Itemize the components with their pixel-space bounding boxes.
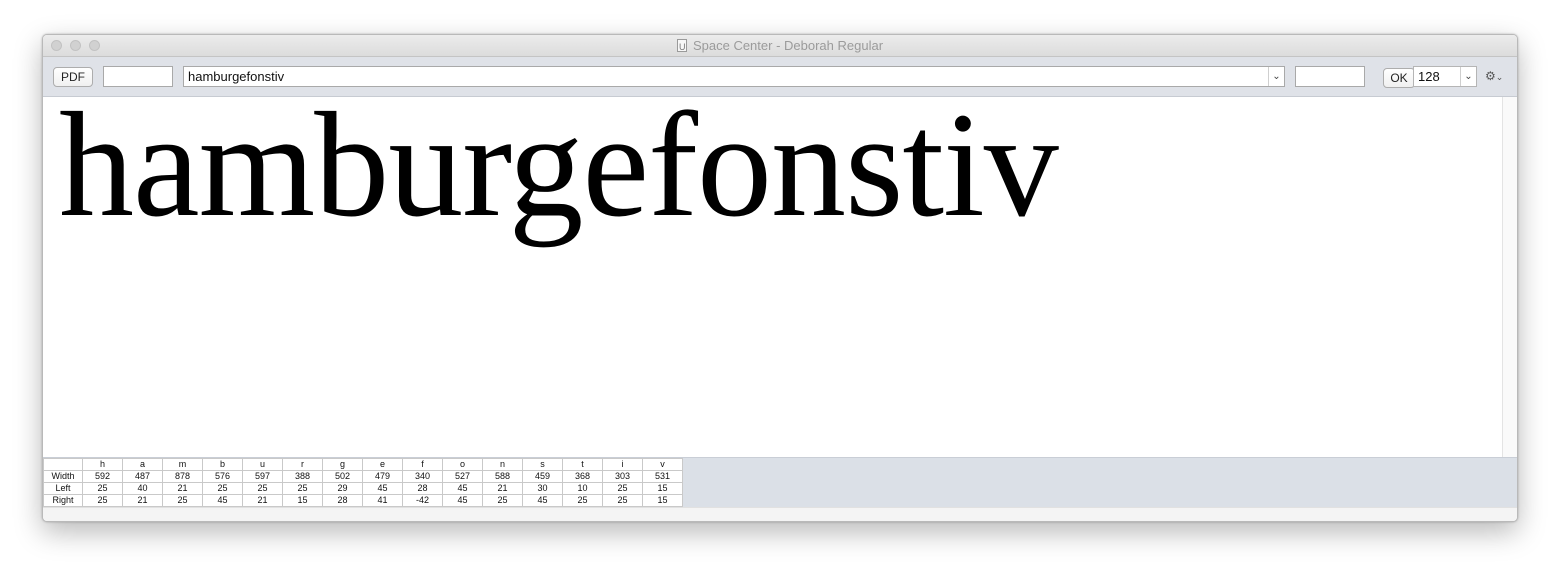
metric-value-cell[interactable]: 45 <box>442 494 483 507</box>
metric-value-cell[interactable]: 40 <box>122 482 163 495</box>
metric-value-cell[interactable]: 368 <box>562 470 603 483</box>
metric-value-cell[interactable]: 45 <box>442 482 483 495</box>
title-bar: Space Center - Deborah Regular <box>43 35 1517 57</box>
metric-value-cell[interactable]: 21 <box>122 494 163 507</box>
metric-value-cell[interactable]: 388 <box>282 470 323 483</box>
metric-value-cell[interactable]: 45 <box>202 494 243 507</box>
metric-value-cell[interactable]: 45 <box>362 482 403 495</box>
metric-value-cell[interactable]: 25 <box>482 494 523 507</box>
metric-value-cell[interactable]: 487 <box>122 470 163 483</box>
table-row: Left 25 40 21 25 25 25 29 45 28 45 21 30 10 25 15 <box>43 482 683 495</box>
metric-value-cell[interactable]: 597 <box>242 470 283 483</box>
metric-value-cell[interactable]: 30 <box>522 482 563 495</box>
metric-value-cell[interactable]: 25 <box>562 494 603 507</box>
metric-value-cell[interactable]: 21 <box>482 482 523 495</box>
glyph-name-cell[interactable]: n <box>482 458 523 471</box>
metric-value-cell[interactable]: 588 <box>482 470 523 483</box>
point-size-combo[interactable]: 128 ⌄ <box>1413 66 1477 87</box>
metric-value-cell[interactable]: 25 <box>602 482 643 495</box>
metric-value-cell[interactable]: 592 <box>82 470 123 483</box>
glyph-name-cell[interactable]: e <box>362 458 403 471</box>
glyph-name-cell[interactable]: h <box>82 458 123 471</box>
chevron-down-icon[interactable]: ⌄ <box>1460 67 1476 86</box>
glyph-preview-area[interactable]: hamburgefonstiv <box>43 82 1502 457</box>
metric-value-cell[interactable]: 479 <box>362 470 403 483</box>
glyph-name-cell[interactable]: i <box>602 458 643 471</box>
preview-text: hamburgefonstiv <box>59 82 1059 248</box>
metric-value-cell[interactable]: 340 <box>402 470 443 483</box>
metric-value-cell[interactable]: 25 <box>82 482 123 495</box>
chevron-down-icon: ⌄ <box>1495 72 1504 82</box>
point-size-value: 128 <box>1418 69 1440 84</box>
glyph-name-cell[interactable]: v <box>642 458 683 471</box>
glyph-name-cell[interactable]: b <box>202 458 243 471</box>
metric-value-cell[interactable]: 25 <box>282 482 323 495</box>
row-label: Left <box>43 482 83 495</box>
space-center-window: Space Center - Deborah Regular PDF hambu… <box>42 34 1518 522</box>
glyph-name-cell[interactable]: a <box>122 458 163 471</box>
glyph-name-cell[interactable]: o <box>442 458 483 471</box>
metric-value-cell[interactable]: 502 <box>322 470 363 483</box>
metrics-panel: h a m b u r g e f o n s t i v Width 592 487 878 576 597 388 50… <box>43 457 1517 507</box>
window-title-area: Space Center - Deborah Regular <box>43 38 1517 55</box>
gear-icon: ⚙ <box>1485 69 1496 83</box>
metric-value-cell[interactable]: 25 <box>202 482 243 495</box>
vertical-scrollbar[interactable] <box>1502 97 1517 457</box>
metric-value-cell[interactable]: 531 <box>642 470 683 483</box>
metric-value-cell[interactable]: 25 <box>82 494 123 507</box>
chevron-down-icon[interactable]: ⌄ <box>1268 67 1284 86</box>
glyph-name-cell[interactable]: t <box>562 458 603 471</box>
metric-value-cell[interactable]: 15 <box>642 494 683 507</box>
glyph-metrics-table: h a m b u r g e f o n s t i v Width 592 487 878 576 597 388 50… <box>43 458 683 507</box>
metric-value-cell[interactable]: 576 <box>202 470 243 483</box>
settings-menu[interactable]: ⚙⌄ <box>1485 68 1509 84</box>
metric-value-cell[interactable]: 25 <box>162 494 203 507</box>
metric-value-cell[interactable]: 527 <box>442 470 483 483</box>
status-bar <box>43 507 1517 521</box>
metric-value-cell[interactable]: 15 <box>642 482 683 495</box>
metric-value-cell[interactable]: 21 <box>162 482 203 495</box>
table-row: Right 25 21 25 45 21 15 28 41 -42 45 25 45 25 25 15 <box>43 494 683 507</box>
glyph-name-cell[interactable]: u <box>242 458 283 471</box>
glyph-name-cell[interactable]: g <box>322 458 363 471</box>
metric-value-cell[interactable]: 21 <box>242 494 283 507</box>
table-row: Width 592 487 878 576 597 388 502 479 340 527 588 45… <box>43 470 683 483</box>
metric-value-cell[interactable]: 29 <box>322 482 363 495</box>
table-corner <box>43 458 83 471</box>
metric-value-cell[interactable]: 878 <box>162 470 203 483</box>
row-label: Width <box>43 470 83 483</box>
glyph-name-cell[interactable]: s <box>522 458 563 471</box>
metric-value-cell[interactable]: 45 <box>522 494 563 507</box>
glyph-name-cell[interactable]: m <box>162 458 203 471</box>
post-text-input[interactable] <box>1295 66 1365 87</box>
metric-value-cell[interactable]: 25 <box>602 494 643 507</box>
document-icon <box>676 39 687 55</box>
glyph-name-cell[interactable]: f <box>402 458 443 471</box>
metric-value-cell[interactable]: 15 <box>282 494 323 507</box>
row-label: Right <box>43 494 83 507</box>
metric-value-cell[interactable]: 303 <box>602 470 643 483</box>
metric-value-cell[interactable]: 459 <box>522 470 563 483</box>
glyph-name-cell[interactable]: r <box>282 458 323 471</box>
metric-value-cell[interactable]: 28 <box>402 482 443 495</box>
metric-value-cell[interactable]: 28 <box>322 494 363 507</box>
window-title: Space Center - Deborah Regular <box>692 38 884 53</box>
metric-value-cell[interactable]: 41 <box>362 494 403 507</box>
metric-value-cell[interactable]: -42 <box>402 494 443 507</box>
table-row: hamburgefonstiv <box>43 458 683 471</box>
metric-value-cell[interactable]: 10 <box>562 482 603 495</box>
ok-button[interactable]: OK <box>1383 68 1415 88</box>
metric-value-cell[interactable]: 25 <box>242 482 283 495</box>
